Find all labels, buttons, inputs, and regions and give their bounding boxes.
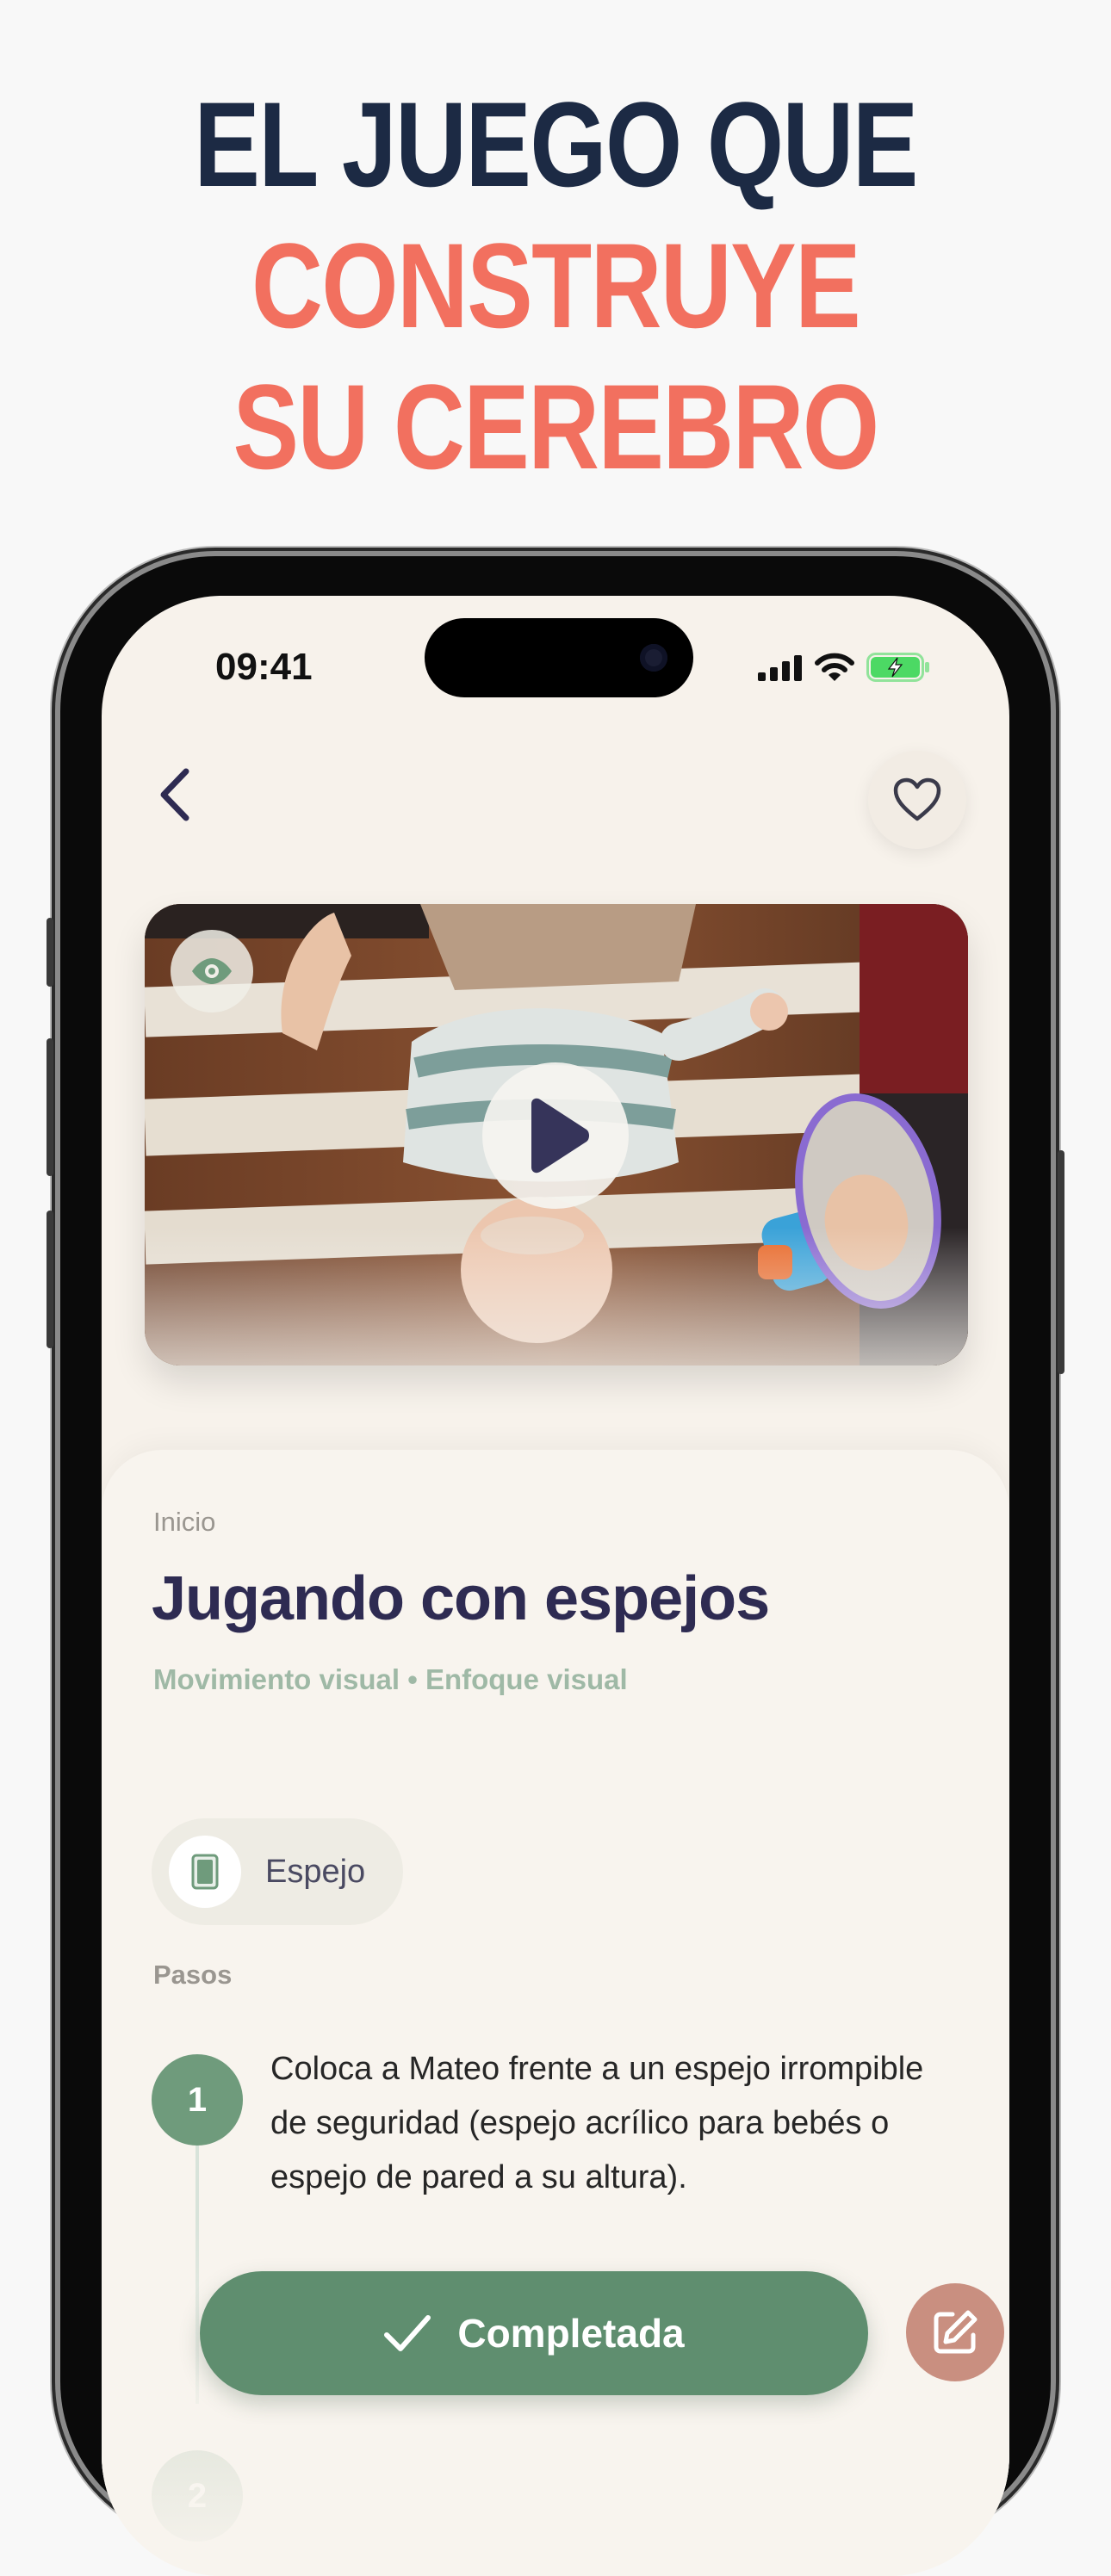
breadcrumb[interactable]: Inicio — [153, 1507, 215, 1538]
phone-silent-switch — [47, 918, 53, 987]
complete-button[interactable]: Completada — [200, 2271, 868, 2395]
phone-volume-up — [47, 1038, 53, 1176]
camera-icon — [640, 644, 667, 672]
headline-line-1: EL JUEGO QUE — [194, 77, 918, 212]
headline-line-3: SU CEREBRO — [233, 359, 879, 494]
status-time: 09:41 — [215, 646, 313, 688]
step-text: Coloca a Mateo frente a un espejo irromp… — [270, 2051, 924, 2195]
mirror-icon — [169, 1836, 241, 1908]
battery-charging-icon — [866, 653, 929, 682]
chevron-left-icon — [160, 768, 189, 821]
bottom-fade — [102, 2214, 1009, 2576]
app-screen: 09:41 Inicio Jugando con espejos Movimie… — [102, 596, 1009, 2576]
play-icon — [531, 1098, 589, 1173]
activity-title: Jugando con espejos — [152, 1564, 770, 1633]
checkmark-icon — [384, 2315, 431, 2351]
phone-power-button — [1058, 1150, 1064, 1374]
favorite-button[interactable] — [868, 751, 966, 849]
status-icons — [758, 653, 930, 682]
edit-note-icon — [934, 2310, 978, 2354]
dynamic-island — [425, 618, 693, 697]
wifi-icon — [815, 653, 854, 681]
view-toggle-button[interactable] — [171, 930, 253, 1012]
play-button[interactable] — [482, 1062, 629, 1209]
activity-video[interactable] — [145, 904, 968, 1365]
complete-button-label: Completada — [457, 2311, 685, 2356]
material-chip[interactable]: Espejo — [152, 1818, 403, 1925]
signal-icon — [758, 655, 802, 681]
phone-volume-down — [47, 1211, 53, 1348]
add-note-button[interactable] — [906, 2283, 1004, 2381]
eye-icon — [192, 958, 232, 984]
phone-frame: 09:41 Inicio Jugando con espejos Movimie… — [47, 556, 1064, 2576]
headline-line-2: CONSTRUYE — [251, 218, 861, 353]
step-number-badge: 1 — [152, 2054, 243, 2146]
heart-icon — [893, 777, 941, 821]
back-button[interactable] — [150, 765, 202, 825]
steps-heading: Pasos — [153, 1960, 233, 1990]
activity-tags: Movimiento visual • Enfoque visual — [153, 1663, 628, 1695]
material-label: Espejo — [265, 1853, 366, 1890]
promo-headline: EL JUEGO QUE CONSTRUYE SU CEREBRO — [100, 74, 1011, 498]
